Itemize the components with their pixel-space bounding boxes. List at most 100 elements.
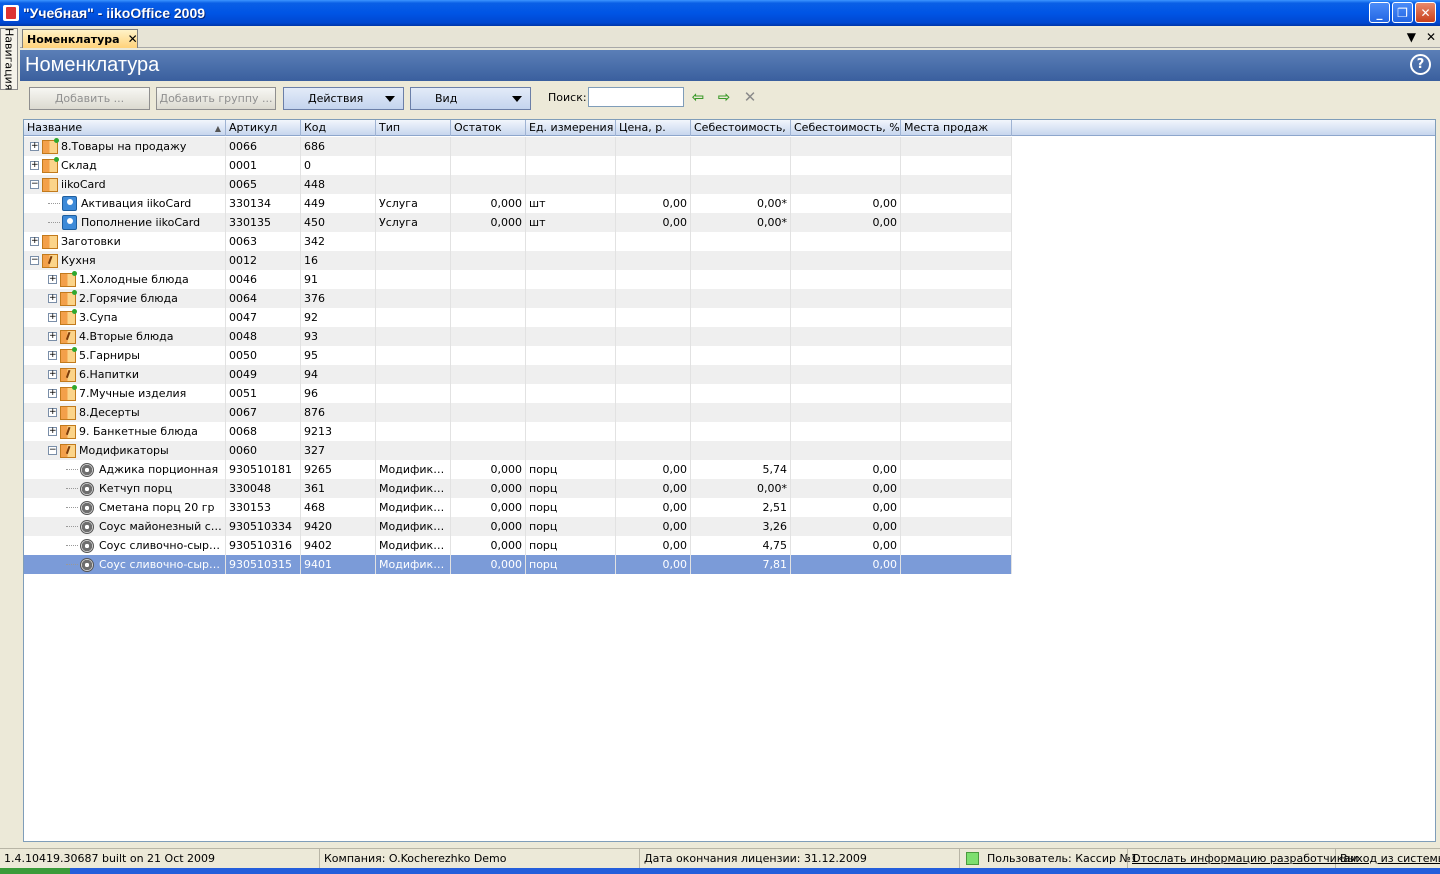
cell-cost[interactable] xyxy=(691,251,791,270)
cell-price[interactable]: 0,00 xyxy=(616,460,691,479)
cell-cost-percent[interactable] xyxy=(791,441,901,460)
search-next-arrow-icon[interactable]: ⇨ xyxy=(716,89,732,105)
table-row[interactable]: +8.Товары на продажу 0066 686 xyxy=(24,137,1012,156)
cell-article[interactable]: 330135 xyxy=(226,213,301,232)
cell-stock[interactable] xyxy=(451,270,526,289)
search-input[interactable] xyxy=(588,87,684,107)
cell-unit[interactable] xyxy=(526,289,616,308)
cell-article[interactable]: 0066 xyxy=(226,137,301,156)
cell-name[interactable]: +6.Напитки xyxy=(24,365,226,384)
cell-name[interactable]: + Заготовки xyxy=(24,232,226,251)
cell-type[interactable] xyxy=(376,175,451,194)
cell-cost[interactable]: 0,00* xyxy=(691,194,791,213)
cell-code[interactable]: 9213 xyxy=(301,422,376,441)
cell-article[interactable]: 930510334 xyxy=(226,517,301,536)
cell-cost-percent[interactable] xyxy=(791,384,901,403)
cell-cost[interactable]: 7,81 xyxy=(691,555,791,574)
cell-sale-places[interactable] xyxy=(901,365,1012,384)
actions-dropdown[interactable]: Действия xyxy=(283,87,404,110)
cell-price[interactable] xyxy=(616,308,691,327)
cell-cost[interactable]: 0,00* xyxy=(691,479,791,498)
cell-sale-places[interactable] xyxy=(901,479,1012,498)
cell-price[interactable]: 0,00 xyxy=(616,555,691,574)
cell-article[interactable]: 0049 xyxy=(226,365,301,384)
cell-name[interactable]: +4.Вторые блюда xyxy=(24,327,226,346)
tab-list-dropdown-icon[interactable]: ▼ xyxy=(1407,30,1416,44)
table-row[interactable]: Пополнение iikoCard 330135 450 Услуга 0,000 ш… xyxy=(24,213,1012,232)
cell-cost[interactable] xyxy=(691,422,791,441)
cell-type[interactable] xyxy=(376,289,451,308)
cell-stock[interactable]: 0,000 xyxy=(451,213,526,232)
collapse-node-icon[interactable]: − xyxy=(30,180,39,189)
cell-name[interactable]: − Модификаторы xyxy=(24,441,226,460)
cell-article[interactable]: 930510316 xyxy=(226,536,301,555)
cell-price[interactable]: 0,00 xyxy=(616,194,691,213)
expand-node-icon[interactable]: + xyxy=(48,351,57,360)
cell-article[interactable]: 0063 xyxy=(226,232,301,251)
table-row[interactable]: Соус майонезный с ко... 9305103349420Моди… xyxy=(24,517,1012,536)
cell-unit[interactable] xyxy=(526,251,616,270)
cell-price[interactable] xyxy=(616,156,691,175)
cell-code[interactable]: 93 xyxy=(301,327,376,346)
table-row[interactable]: +1.Холодные блюда 0046 91 xyxy=(24,270,1012,289)
cell-price[interactable] xyxy=(616,232,691,251)
cell-unit[interactable] xyxy=(526,270,616,289)
cell-type[interactable]: Модифика... xyxy=(376,536,451,555)
cell-name[interactable]: +3.Супа xyxy=(24,308,226,327)
table-row[interactable]: +8.Десерты 0067 876 xyxy=(24,403,1012,422)
cell-cost-percent[interactable]: 0,00 xyxy=(791,517,901,536)
cell-name[interactable]: − Кухня xyxy=(24,251,226,270)
cell-unit[interactable] xyxy=(526,156,616,175)
cell-price[interactable] xyxy=(616,365,691,384)
cell-type[interactable] xyxy=(376,441,451,460)
cell-stock[interactable]: 0,000 xyxy=(451,517,526,536)
cell-stock[interactable]: 0,000 xyxy=(451,460,526,479)
cell-sale-places[interactable] xyxy=(901,441,1012,460)
cell-cost[interactable] xyxy=(691,175,791,194)
cell-code[interactable]: 94 xyxy=(301,365,376,384)
cell-cost-percent[interactable] xyxy=(791,289,901,308)
navigation-side-tab[interactable]: Навигация xyxy=(0,28,18,90)
cell-cost[interactable]: 4,75 xyxy=(691,536,791,555)
cell-cost[interactable] xyxy=(691,384,791,403)
search-previous-arrow-icon[interactable]: ⇦ xyxy=(690,89,706,105)
cell-cost[interactable] xyxy=(691,441,791,460)
cell-cost[interactable] xyxy=(691,289,791,308)
table-row[interactable]: Соус сливочно-сырны... 930510316 9402 Модиф… xyxy=(24,536,1012,555)
cell-code[interactable]: 92 xyxy=(301,308,376,327)
cell-name[interactable]: Соус сливочно-сырны... xyxy=(24,536,226,555)
cell-name[interactable]: Аджика порционная xyxy=(24,460,226,479)
help-icon[interactable]: ? xyxy=(1410,54,1431,75)
table-row[interactable]: +9. Банкетные блюда 0068 9213 xyxy=(24,422,1012,441)
cell-unit[interactable] xyxy=(526,365,616,384)
close-window-button[interactable]: ✕ xyxy=(1415,2,1436,23)
column-header-cost[interactable]: Себестоимость, р. xyxy=(691,120,791,136)
column-header-unit[interactable]: Ед. измерения xyxy=(526,120,616,136)
cell-name[interactable]: +2.Горячие блюда xyxy=(24,289,226,308)
cell-article[interactable]: 0064 xyxy=(226,289,301,308)
cell-stock[interactable] xyxy=(451,441,526,460)
cell-stock[interactable] xyxy=(451,137,526,156)
cell-cost-percent[interactable] xyxy=(791,270,901,289)
cell-unit[interactable]: порц xyxy=(526,536,616,555)
cell-price[interactable] xyxy=(616,289,691,308)
cell-price[interactable] xyxy=(616,327,691,346)
expand-node-icon[interactable]: + xyxy=(48,332,57,341)
cell-type[interactable] xyxy=(376,156,451,175)
table-row[interactable]: Активация iikoCard 330134 449 Услуга 0,000 шт… xyxy=(24,194,1012,213)
cell-article[interactable]: 0050 xyxy=(226,346,301,365)
expand-node-icon[interactable]: + xyxy=(48,313,57,322)
cell-sale-places[interactable] xyxy=(901,517,1012,536)
cell-type[interactable]: Модифика... xyxy=(376,517,451,536)
table-row[interactable]: Аджика порционная 930510181 9265 Модифика..… xyxy=(24,460,1012,479)
cell-name[interactable]: Соус сливочно-сырны... xyxy=(24,555,226,574)
window-title-bar[interactable]: "Учебная" - iikoOffice 2009 _ ❐ ✕ xyxy=(0,0,1440,26)
cell-unit[interactable] xyxy=(526,232,616,251)
view-dropdown[interactable]: Вид xyxy=(410,87,531,110)
cell-cost-percent[interactable] xyxy=(791,365,901,384)
cell-article[interactable]: 0048 xyxy=(226,327,301,346)
cell-code[interactable]: 468 xyxy=(301,498,376,517)
cell-cost-percent[interactable] xyxy=(791,137,901,156)
cell-article[interactable]: 0065 xyxy=(226,175,301,194)
tab-close-icon[interactable]: ✕ xyxy=(128,32,138,46)
